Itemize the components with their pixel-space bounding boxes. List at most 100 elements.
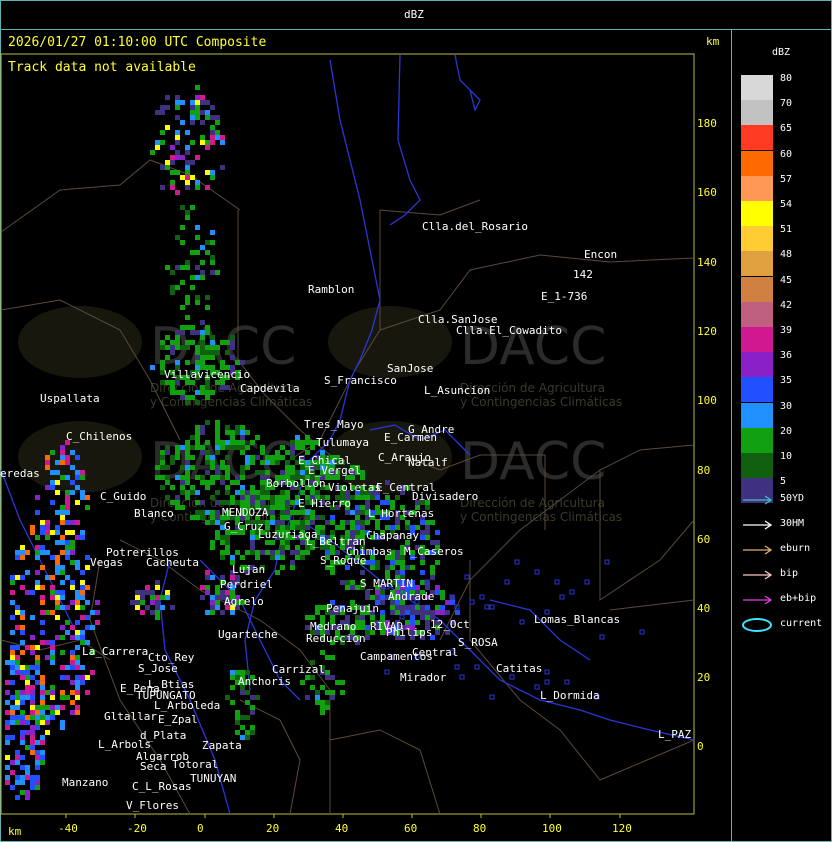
radar-echo xyxy=(195,95,200,100)
radar-echo xyxy=(245,460,250,465)
track-label: eb+bip xyxy=(780,593,817,604)
radar-echo xyxy=(190,455,195,460)
radar-echo xyxy=(10,670,15,675)
radar-echo xyxy=(170,500,175,505)
radar-echo xyxy=(180,395,185,400)
radar-echo xyxy=(205,305,210,310)
radar-echo xyxy=(75,645,80,650)
radar-echo xyxy=(185,440,190,445)
radar-echo xyxy=(40,585,45,590)
radar-echo xyxy=(305,435,310,440)
place-label: S_ROSA xyxy=(458,636,498,649)
radar-echo xyxy=(60,520,65,525)
radar-echo xyxy=(564,679,570,685)
radar-echo xyxy=(20,670,25,675)
radar-echo xyxy=(225,445,230,450)
radar-echo xyxy=(60,565,65,570)
radar-echo xyxy=(210,510,215,515)
radar-echo xyxy=(295,445,300,450)
radar-echo xyxy=(80,475,85,480)
place-label: MENDOZA xyxy=(222,506,269,519)
radar-echo xyxy=(380,600,385,605)
radar-echo xyxy=(554,579,560,585)
radar-echo xyxy=(165,495,170,500)
radar-echo xyxy=(260,500,265,505)
place-label: S_MARTIN xyxy=(360,577,413,590)
radar-echo xyxy=(160,185,165,190)
radar-echo xyxy=(280,515,285,520)
radar-echo xyxy=(30,715,35,720)
radar-echo xyxy=(45,460,50,465)
radar-echo xyxy=(360,525,365,530)
radar-echo xyxy=(35,680,40,685)
radar-echo xyxy=(40,640,45,645)
radar-echo xyxy=(210,520,215,525)
radar-echo xyxy=(195,225,200,230)
radar-echo xyxy=(65,475,70,480)
radar-echo xyxy=(135,600,140,605)
radar-echo xyxy=(10,600,15,605)
radar-echo xyxy=(175,340,180,345)
radar-echo xyxy=(175,135,180,140)
radar-echo xyxy=(210,175,215,180)
radar-echo xyxy=(365,595,370,600)
track-label: eburn xyxy=(780,543,811,554)
radar-echo xyxy=(20,625,25,630)
radar-echo xyxy=(240,715,245,720)
place-label: Violetas xyxy=(328,481,381,494)
radar-echo xyxy=(40,530,45,535)
radar-echo xyxy=(395,520,400,525)
radar-echo xyxy=(175,265,180,270)
radar-echo xyxy=(175,190,180,195)
radar-echo xyxy=(80,495,85,500)
radar-echo xyxy=(320,685,325,690)
radar-echo xyxy=(70,660,75,665)
radar-echo xyxy=(5,660,10,665)
place-label: Chapanay xyxy=(366,529,419,542)
radar-echo xyxy=(280,520,285,525)
radar-echo xyxy=(80,470,85,475)
radar-echo xyxy=(639,629,645,635)
radar-echo xyxy=(65,620,70,625)
radar-echo xyxy=(235,430,240,435)
radar-echo xyxy=(315,605,320,610)
radar-echo xyxy=(35,710,40,715)
scale-swatch xyxy=(741,75,773,100)
radar-echo xyxy=(185,185,190,190)
radar-echo xyxy=(210,600,215,605)
radar-echo xyxy=(5,755,10,760)
radar-echo xyxy=(35,725,40,730)
radar-echo xyxy=(425,605,430,610)
radar-echo xyxy=(85,675,90,680)
radar-echo xyxy=(390,605,395,610)
radar-echo xyxy=(10,695,15,700)
radar-echo xyxy=(220,165,225,170)
radar-echo xyxy=(30,730,35,735)
radar-echo xyxy=(185,315,190,320)
radar-echo xyxy=(240,725,245,730)
radar-echo xyxy=(205,295,210,300)
radar-echo xyxy=(40,720,45,725)
place-label: Gltallar xyxy=(104,710,157,723)
radar-echo xyxy=(15,755,20,760)
radar-echo xyxy=(90,625,95,630)
radar-echo xyxy=(20,775,25,780)
radar-echo xyxy=(285,490,290,495)
radar-echo xyxy=(20,550,25,555)
radar-echo xyxy=(355,495,360,500)
radar-echo xyxy=(340,690,345,695)
radar-echo xyxy=(25,550,30,555)
radar-echo xyxy=(464,574,470,580)
radar-echo xyxy=(310,520,315,525)
radar-echo xyxy=(195,355,200,360)
radar-echo xyxy=(210,255,215,260)
scale-swatch xyxy=(741,175,773,201)
radar-echo xyxy=(245,735,250,740)
radar-echo xyxy=(205,420,210,425)
radar-echo xyxy=(290,465,295,470)
radar-echo xyxy=(20,545,25,550)
radar-echo xyxy=(180,205,185,210)
radar-echo xyxy=(205,455,210,460)
radar-echo xyxy=(160,105,165,110)
radar-echo xyxy=(190,515,195,520)
